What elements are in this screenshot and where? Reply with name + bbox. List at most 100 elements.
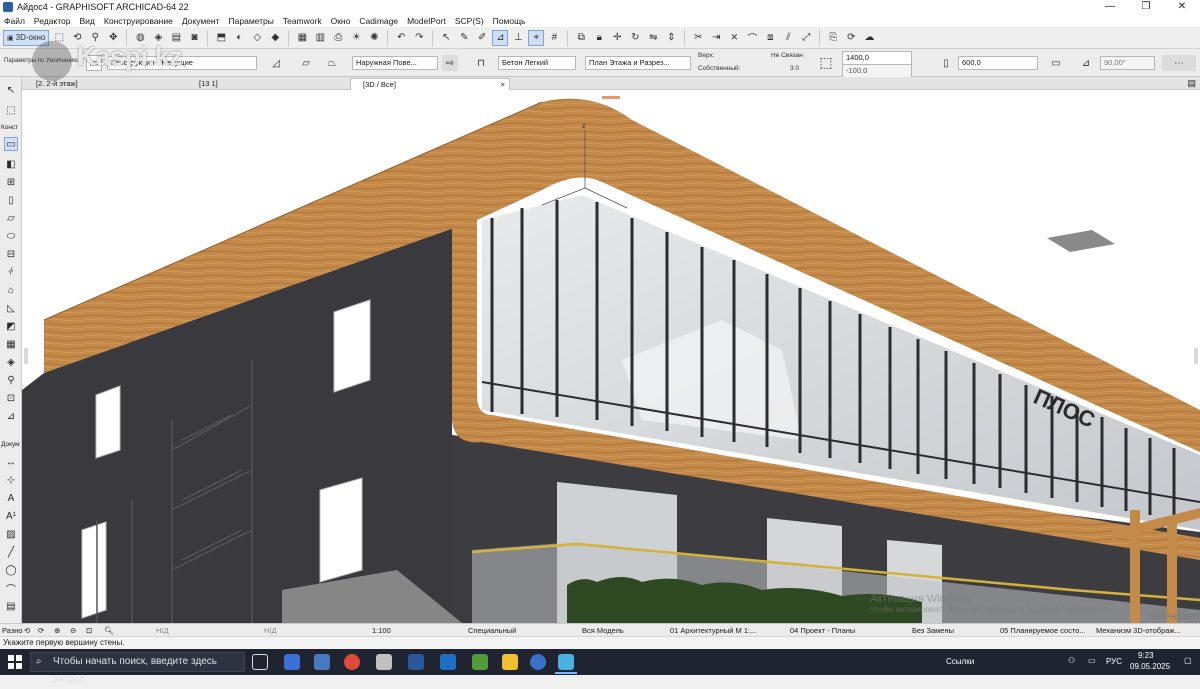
archicad-taskbar-icon[interactable] xyxy=(558,654,574,670)
language-indicator[interactable]: РУС xyxy=(1106,657,1122,666)
box-icon[interactable]: ⬚ xyxy=(51,30,67,46)
menu-teamwork[interactable]: Teamwork xyxy=(283,16,322,26)
fill-tool-icon[interactable]: ▨ xyxy=(4,527,18,541)
wall-tool-icon[interactable]: ▭ xyxy=(4,137,18,151)
task-view-icon[interactable] xyxy=(252,654,268,670)
split-icon[interactable]: ⫽ xyxy=(780,30,796,46)
redo-icon[interactable]: ↷ xyxy=(411,30,427,46)
teamwork-icon[interactable]: ⟳ xyxy=(843,30,859,46)
undo-view-icon[interactable]: ⟲ xyxy=(24,625,30,636)
3d-window-button[interactable]: ▣ 3D-окно xyxy=(3,29,50,46)
reference-line-icon[interactable]: ◿ xyxy=(268,55,284,71)
pointer-icon[interactable]: ↖ xyxy=(438,30,454,46)
fit-in-window-icon[interactable]: ⊡ xyxy=(86,625,92,636)
settings-dialog-button[interactable]: ⋯ xyxy=(1162,55,1196,71)
model-view-select[interactable]: Вся Модель xyxy=(582,625,624,636)
height-field[interactable]: 1400,0 xyxy=(842,51,912,65)
graphic-override-select[interactable]: Без Замены xyxy=(912,625,954,636)
stair-tool-icon[interactable]: ⊟ xyxy=(4,247,18,261)
material-select[interactable]: Бетон Легкий xyxy=(498,56,576,70)
renovation-filter-select[interactable]: 05 Планируемое состо... xyxy=(1000,625,1086,636)
camera-icon[interactable]: ◙ xyxy=(186,30,202,46)
section-icon[interactable]: ▥ xyxy=(312,30,328,46)
paint-app-icon[interactable] xyxy=(376,654,392,670)
beam-tool-icon[interactable]: ⏥ xyxy=(4,211,18,225)
taskbar-search-input[interactable]: ⌕ Чтобы начать поиск, введите здесь запр… xyxy=(30,652,245,685)
user-icon[interactable]: ⚇ xyxy=(1068,656,1075,665)
tab-section[interactable]: [13 1] xyxy=(187,78,337,90)
swirl-app-icon[interactable] xyxy=(530,654,546,670)
notifications-icon[interactable]: ▢ xyxy=(1184,656,1192,665)
surface-select[interactable]: Наружная Пове... xyxy=(352,56,438,70)
skylight-tool-icon[interactable]: ◩ xyxy=(4,319,18,333)
surface-override-icon[interactable]: ⇨ xyxy=(442,55,458,71)
close-button[interactable]: ✕ xyxy=(1164,0,1200,14)
plan-icon[interactable]: ▦ xyxy=(294,30,310,46)
photo-icon[interactable]: ⎙ xyxy=(330,30,346,46)
maximize-button[interactable]: ❐ xyxy=(1128,0,1164,14)
suspend-groups-icon[interactable]: ⧉ xyxy=(573,30,589,46)
walk-icon[interactable]: ⚲ xyxy=(87,30,103,46)
minimize-button[interactable]: — xyxy=(1092,0,1128,14)
arc-tool-icon[interactable]: ◯ xyxy=(4,563,18,577)
slant-icon[interactable]: ⊿ xyxy=(1078,55,1094,71)
label-tool-icon[interactable]: A¹ xyxy=(4,509,18,523)
select-area-icon[interactable]: ⬒ xyxy=(213,30,229,46)
zoom-out-icon[interactable]: ⊖ xyxy=(70,625,76,636)
menu-scps[interactable]: SCP(S) xyxy=(455,16,484,26)
rotate-icon[interactable]: ↻ xyxy=(627,30,643,46)
floor-plan-display-select[interactable]: План Этажа и Разрез... xyxy=(585,56,691,70)
object-tool-icon[interactable]: ⚲ xyxy=(4,373,18,387)
redo-view-icon[interactable]: ⟳ xyxy=(38,625,44,636)
layer-select[interactable]: Конструкции - Несущие xyxy=(107,56,257,70)
left-edge-handle[interactable] xyxy=(24,348,28,364)
cube-icon[interactable]: ◈ xyxy=(150,30,166,46)
window-tool-icon[interactable]: ⊞ xyxy=(4,175,18,189)
thickness-field[interactable]: 600,0 xyxy=(958,56,1038,70)
wall-trapezoid-icon[interactable]: ⏢ xyxy=(324,55,340,71)
3d-engine-select[interactable]: Механизм 3D-отображ... xyxy=(1096,625,1181,636)
elevate-icon[interactable]: ⇕ xyxy=(663,30,679,46)
clock-time[interactable]: 9:23 xyxy=(1138,651,1154,660)
menu-modelport[interactable]: ModelPort xyxy=(407,16,446,26)
publish-icon[interactable]: ⎘ xyxy=(825,30,841,46)
structure-icon[interactable]: ⊓ xyxy=(473,55,489,71)
polyline-tool-icon[interactable]: ⌒ xyxy=(4,581,18,596)
trim-icon[interactable]: ✂ xyxy=(690,30,706,46)
calculator-app-icon[interactable] xyxy=(314,654,330,670)
text-tool-icon[interactable]: A xyxy=(4,491,18,505)
guide-line-icon[interactable]: ⊿ xyxy=(492,29,509,46)
wall-profile-icon[interactable]: ▭ xyxy=(1048,55,1064,71)
intersect-icon[interactable]: ⨯ xyxy=(726,30,742,46)
grid-icon[interactable]: # xyxy=(546,30,562,46)
pen-set-select[interactable]: Специальный xyxy=(468,625,516,636)
mesh-tool-icon[interactable]: ⊿ xyxy=(4,409,18,423)
zoom-icon[interactable]: 🔍︎ xyxy=(104,625,114,636)
eyedropper-icon[interactable]: ✎ xyxy=(456,30,472,46)
offset-icon[interactable]: ⧈ xyxy=(762,30,778,46)
layer-combination-select[interactable]: 01 Архитектурный М 1:... xyxy=(670,625,756,636)
network-icon[interactable]: ▭ xyxy=(1088,656,1096,665)
syringe-icon[interactable]: ✐ xyxy=(474,30,490,46)
zoom-in-icon[interactable]: ⊕ xyxy=(54,625,60,636)
zoom-app-icon[interactable] xyxy=(284,654,300,670)
w-app-icon[interactable] xyxy=(440,654,456,670)
line-tool-icon[interactable]: ╱ xyxy=(4,545,18,559)
shading-icon[interactable]: ◐ xyxy=(231,30,247,46)
undo-icon[interactable]: ↶ xyxy=(393,30,409,46)
menu-edit[interactable]: Редактор xyxy=(34,16,71,26)
tab-3d[interactable]: [3D / Все] × xyxy=(350,78,510,90)
3d-viewport[interactable]: ПЛОС z GRAPHISOFT ID xyxy=(22,90,1200,623)
menu-window[interactable]: Окно xyxy=(331,16,351,26)
dimension-tool-icon[interactable]: ↔ xyxy=(4,455,18,469)
shell-tool-icon[interactable]: ◺ xyxy=(4,301,18,315)
tab-floor-plan[interactable]: [2. 2-й этаж] xyxy=(24,78,174,90)
zone-tool-icon[interactable]: ⊡ xyxy=(4,391,18,405)
menu-file[interactable]: Файл xyxy=(4,16,25,26)
menu-cadimage[interactable]: Cadimage xyxy=(359,16,398,26)
right-edge-handle[interactable] xyxy=(1194,348,1198,364)
fillet-icon[interactable]: ⌒ xyxy=(744,30,760,46)
folder-app-icon[interactable] xyxy=(502,654,518,670)
marquee-tool-icon[interactable]: ⬚ xyxy=(4,103,18,117)
word-app-icon[interactable] xyxy=(408,654,424,670)
